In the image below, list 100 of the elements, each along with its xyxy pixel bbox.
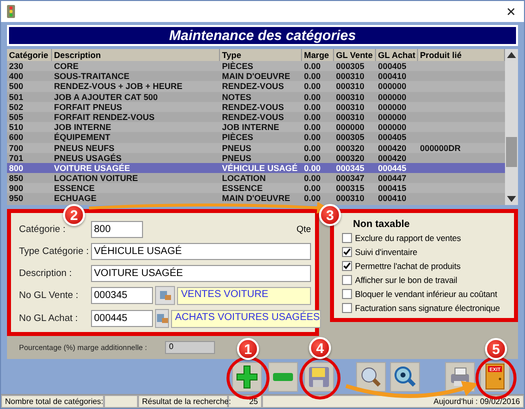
minus-icon: [273, 372, 293, 380]
table-cell-text: 000405: [377, 132, 408, 143]
gl-sale-field[interactable]: 000345: [91, 287, 153, 304]
gl-account-name: ACHATS VOITURES USAGÉES: [171, 310, 321, 328]
scrollbar[interactable]: [505, 49, 518, 205]
lookup-icon: [156, 313, 168, 324]
field-label: No GL Vente :: [19, 290, 80, 301]
highlight-ellipse: [300, 356, 340, 400]
table-cell-text: SOUS-TRAITANCE: [53, 71, 130, 82]
table-cell-text: 000447: [377, 173, 408, 184]
checkbox[interactable]: [342, 233, 352, 244]
magnifier-icon: [360, 366, 382, 388]
table-cell-text: RENDEZ-VOUS: [221, 112, 285, 122]
table-cell-text: 0.00: [303, 193, 322, 204]
table-cell-text: 850: [8, 173, 24, 184]
checkbox[interactable]: [342, 302, 352, 313]
table-cell-text: 0.00: [303, 162, 322, 174]
gl-purchase-field[interactable]: 000445: [91, 310, 153, 327]
table-cell-text: 000305: [335, 61, 366, 72]
field-label: Catégorie :: [19, 224, 66, 234]
table-cell-text: 501: [8, 92, 24, 102]
status-cell: [104, 395, 138, 408]
table-cell-text: 000310: [335, 81, 366, 92]
checkbox[interactable]: [342, 274, 352, 285]
field-label: Qte: [296, 224, 311, 234]
table-cell-text: RENDEZ-VOUS + JOB + HEURE: [53, 81, 184, 92]
field-label: No GL Achat :: [19, 313, 79, 324]
table-row[interactable]: 501 JOB A AJOUTER CAT 500 NOTES 0.00 000310 000000: [7, 92, 505, 102]
table-cell-text: 0.00: [303, 102, 322, 112]
table-cell-text: 000310: [335, 102, 366, 112]
checkbox[interactable]: [342, 288, 352, 299]
table-cell-text: 000310: [335, 71, 366, 82]
table-cell-text: VOITURE USAGÉE: [53, 162, 132, 174]
lookup-button[interactable]: [155, 286, 175, 305]
table-cell-text: 0.00: [303, 71, 322, 82]
table-cell-text: 0.00: [303, 142, 322, 153]
table-cell-text: 000000: [377, 112, 408, 122]
table-cell-text: MAIN D'OEUVRE: [221, 71, 292, 82]
field-label: Description :: [19, 268, 73, 278]
magnifier-eye-icon: [394, 366, 416, 388]
table-cell-text: LOCATION: [221, 173, 267, 184]
table-cell-text: 0.00: [303, 132, 322, 143]
scroll-thumb[interactable]: [506, 137, 517, 167]
table-row[interactable]: 230 CORE PIÈCES 0.00 000305 000405: [7, 61, 505, 72]
checkbox[interactable]: [342, 247, 352, 258]
table-cell-text: ÉQUIPEMENT: [53, 132, 112, 143]
table-cell-text: 0.00: [303, 92, 322, 102]
close-button[interactable]: ✕: [504, 4, 518, 18]
table-row[interactable]: 502 FORFAIT PNEUS RENDEZ-VOUS 0.00 000310 000000: [7, 102, 505, 112]
table-cell-text: 0.00: [303, 173, 322, 184]
checkbox-label: Afficher sur le bon de travail: [355, 274, 458, 285]
margin-field[interactable]: 0: [165, 341, 215, 354]
type-field[interactable]: VÉHICULE USAGÉ: [91, 242, 311, 260]
scroll-down-icon: [507, 196, 516, 202]
lookup-button[interactable]: [155, 309, 169, 328]
table-cell-text: 000415: [377, 183, 408, 194]
table-cell-text: 400: [8, 71, 24, 82]
table-cell-text: FORFAIT RENDEZ-VOUS: [53, 112, 156, 122]
table-cell-text: 000320: [335, 142, 366, 153]
printer-icon: [449, 366, 471, 386]
banner-title: Maintenance des catégories: [9, 27, 516, 44]
table-cell-text: 600: [8, 132, 24, 143]
checkbox-label: Bloquer le vendant inférieur au coûtant: [355, 288, 498, 299]
table-cell-text: JOB INTERNE: [221, 122, 280, 132]
table-cell-text: 000420: [377, 142, 408, 153]
table-row[interactable]: 400 SOUS-TRAITANCE MAIN D'OEUVRE 0.00 000310 000410: [7, 71, 505, 82]
table-cell-text: 000347: [335, 173, 366, 184]
table-cell-text: ESSENCE: [221, 183, 264, 194]
category-field[interactable]: 800: [91, 220, 143, 238]
description-field[interactable]: VOITURE USAGÉE: [91, 264, 311, 282]
table-cell-text: PNEUS: [221, 142, 252, 153]
table-cell-text: 000000DR: [419, 142, 462, 153]
gl-account-name: VENTES VOITURE: [177, 286, 311, 304]
table-cell-text: PNEUS NEUFS: [53, 142, 116, 153]
highlight-ellipse: [476, 356, 516, 400]
table-cell-text: 900: [8, 183, 24, 194]
table-row[interactable]: 510 JOB INTERNE JOB INTERNE 0.00 000000 000000: [7, 122, 505, 132]
table-cell-text: NOTES: [221, 92, 252, 102]
table-cell-text: PIÈCES: [221, 132, 254, 143]
save-button[interactable]: [304, 362, 334, 392]
table-cell-text: 800: [8, 162, 24, 174]
table-row[interactable]: 850 LOCATION VOITURE LOCATION 0.00 000347 000447: [7, 173, 505, 184]
table-row[interactable]: 700 PNEUS NEUFS PNEUS 0.00 000320 000420 000000DR: [7, 142, 505, 153]
traffic-light-icon: [7, 5, 15, 18]
search-button[interactable]: [356, 362, 386, 392]
table-cell-text: 000000: [377, 92, 408, 102]
view-button[interactable]: [390, 362, 420, 392]
add-button[interactable]: [232, 362, 262, 392]
table-cell-text: 700: [8, 142, 24, 153]
status-label: Résultat de la recherche:: [138, 395, 228, 408]
remove-button[interactable]: [268, 362, 298, 392]
table-cell-text: 000410: [377, 71, 408, 82]
table-cell-text: ESSENCE: [53, 183, 96, 194]
table-row[interactable]: 500 RENDEZ-VOUS + JOB + HEURE RENDEZ-VOUS 0.00 000310 000000: [7, 81, 505, 92]
table-cell-text: 000305: [335, 132, 366, 143]
table-cell-text: 000315: [335, 183, 366, 194]
table-row[interactable]: 800 VOITURE USAGÉE VÉHICULE USAGÉ 0.00 000345 000445: [7, 162, 505, 174]
scroll-up-icon: [507, 52, 516, 58]
checkbox[interactable]: [342, 261, 352, 272]
table-row[interactable]: 900 ESSENCE ESSENCE 0.00 000315 000415: [7, 183, 505, 194]
